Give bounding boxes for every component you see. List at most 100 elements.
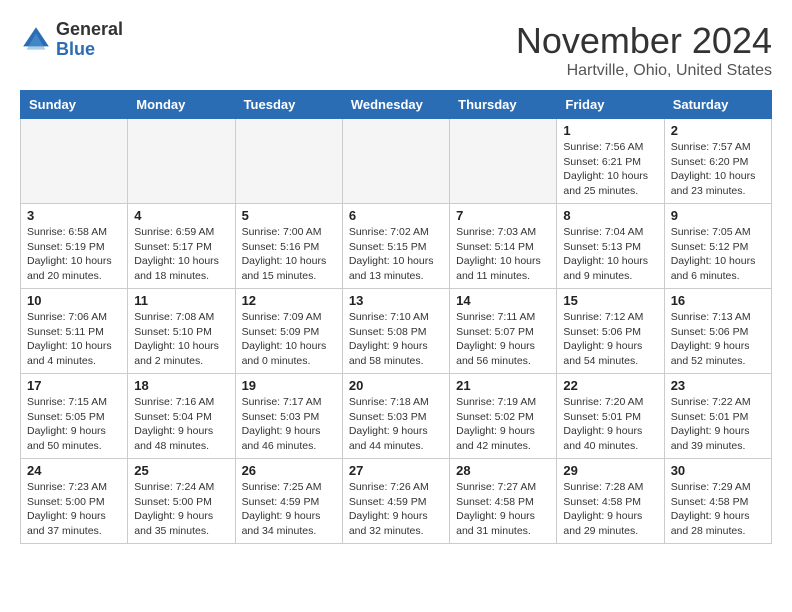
- day-info: Sunrise: 7:08 AM Sunset: 5:10 PM Dayligh…: [134, 310, 228, 369]
- day-info: Sunrise: 7:57 AM Sunset: 6:20 PM Dayligh…: [671, 140, 765, 199]
- day-info: Sunrise: 7:56 AM Sunset: 6:21 PM Dayligh…: [563, 140, 657, 199]
- calendar-cell: 14Sunrise: 7:11 AM Sunset: 5:07 PM Dayli…: [450, 289, 557, 374]
- day-number: 6: [349, 208, 443, 223]
- day-number: 4: [134, 208, 228, 223]
- calendar-cell: 29 Sunrise: 7:28 AM Sunset: 4:58 PM Dayli…: [557, 459, 664, 544]
- day-info: Sunrise: 7:02 AM Sunset: 5:15 PM Dayligh…: [349, 225, 443, 284]
- calendar-cell: 8 Sunrise: 7:04 AM Sunset: 5:13 PM Daylig…: [557, 204, 664, 289]
- col-header-friday: Friday: [557, 91, 664, 119]
- calendar-cell: 30 Sunrise: 7:29 AM Sunset: 4:58 PM Dayli…: [664, 459, 771, 544]
- calendar-cell: [342, 119, 449, 204]
- day-info: Sunrise: 6:58 AM Sunset: 5:19 PM Dayligh…: [27, 225, 121, 284]
- day-info: Sunrise: 7:15 AM Sunset: 5:05 PM Dayligh…: [27, 395, 121, 454]
- calendar-cell: [128, 119, 235, 204]
- calendar-table: SundayMondayTuesdayWednesdayThursdayFrid…: [20, 90, 772, 544]
- day-number: 9: [671, 208, 765, 223]
- day-info: Sunrise: 7:27 AM Sunset: 4:58 PM Dayligh…: [456, 480, 550, 539]
- day-number: 10: [27, 293, 121, 308]
- day-number: 28: [456, 463, 550, 478]
- day-info: Sunrise: 7:09 AM Sunset: 5:09 PM Dayligh…: [242, 310, 336, 369]
- week-row-1: 1 Sunrise: 7:56 AM Sunset: 6:21 PM Daylig…: [21, 119, 772, 204]
- day-info: Sunrise: 7:20 AM Sunset: 5:01 PM Dayligh…: [563, 395, 657, 454]
- day-info: Sunrise: 7:13 AM Sunset: 5:06 PM Dayligh…: [671, 310, 765, 369]
- calendar-cell: 6 Sunrise: 7:02 AM Sunset: 5:15 PM Daylig…: [342, 204, 449, 289]
- calendar-cell: 20 Sunrise: 7:18 AM Sunset: 5:03 PM Dayli…: [342, 374, 449, 459]
- day-info: Sunrise: 7:16 AM Sunset: 5:04 PM Dayligh…: [134, 395, 228, 454]
- day-number: 15: [563, 293, 657, 308]
- calendar-header-row: SundayMondayTuesdayWednesdayThursdayFrid…: [21, 91, 772, 119]
- day-info: Sunrise: 7:05 AM Sunset: 5:12 PM Dayligh…: [671, 225, 765, 284]
- col-header-tuesday: Tuesday: [235, 91, 342, 119]
- day-info: Sunrise: 7:28 AM Sunset: 4:58 PM Dayligh…: [563, 480, 657, 539]
- title-area: November 2024 Hartville, Ohio, United St…: [516, 20, 772, 80]
- col-header-wednesday: Wednesday: [342, 91, 449, 119]
- day-info: Sunrise: 7:25 AM Sunset: 4:59 PM Dayligh…: [242, 480, 336, 539]
- day-number: 16: [671, 293, 765, 308]
- page-header: General Blue November 2024 Hartville, Oh…: [20, 20, 772, 80]
- day-info: Sunrise: 7:26 AM Sunset: 4:59 PM Dayligh…: [349, 480, 443, 539]
- calendar-cell: 11 Sunrise: 7:08 AM Sunset: 5:10 PM Dayli…: [128, 289, 235, 374]
- day-info: Sunrise: 7:18 AM Sunset: 5:03 PM Dayligh…: [349, 395, 443, 454]
- col-header-sunday: Sunday: [21, 91, 128, 119]
- day-number: 23: [671, 378, 765, 393]
- day-number: 20: [349, 378, 443, 393]
- day-number: 7: [456, 208, 550, 223]
- col-header-thursday: Thursday: [450, 91, 557, 119]
- day-number: 27: [349, 463, 443, 478]
- day-number: 8: [563, 208, 657, 223]
- day-info: Sunrise: 7:29 AM Sunset: 4:58 PM Dayligh…: [671, 480, 765, 539]
- calendar-cell: 25 Sunrise: 7:24 AM Sunset: 5:00 PM Dayli…: [128, 459, 235, 544]
- day-info: Sunrise: 7:06 AM Sunset: 5:11 PM Dayligh…: [27, 310, 121, 369]
- calendar-cell: 12 Sunrise: 7:09 AM Sunset: 5:09 PM Dayli…: [235, 289, 342, 374]
- day-number: 12: [242, 293, 336, 308]
- calendar-cell: 27 Sunrise: 7:26 AM Sunset: 4:59 PM Dayli…: [342, 459, 449, 544]
- calendar-cell: 10 Sunrise: 7:06 AM Sunset: 5:11 PM Dayli…: [21, 289, 128, 374]
- week-row-4: 17 Sunrise: 7:15 AM Sunset: 5:05 PM Dayli…: [21, 374, 772, 459]
- day-number: 18: [134, 378, 228, 393]
- day-number: 24: [27, 463, 121, 478]
- day-number: 13: [349, 293, 443, 308]
- day-info: Sunrise: 7:10 AM Sunset: 5:08 PM Dayligh…: [349, 310, 443, 369]
- day-info: Sunrise: 6:59 AM Sunset: 5:17 PM Dayligh…: [134, 225, 228, 284]
- day-number: 11: [134, 293, 228, 308]
- day-number: 19: [242, 378, 336, 393]
- day-info: Sunrise: 7:23 AM Sunset: 5:00 PM Dayligh…: [27, 480, 121, 539]
- calendar-cell: 7Sunrise: 7:03 AM Sunset: 5:14 PM Daylig…: [450, 204, 557, 289]
- day-number: 26: [242, 463, 336, 478]
- day-number: 25: [134, 463, 228, 478]
- calendar-cell: 13 Sunrise: 7:10 AM Sunset: 5:08 PM Dayli…: [342, 289, 449, 374]
- day-number: 21: [456, 378, 550, 393]
- calendar-cell: 4 Sunrise: 6:59 AM Sunset: 5:17 PM Daylig…: [128, 204, 235, 289]
- day-number: 3: [27, 208, 121, 223]
- calendar-cell: 23Sunrise: 7:22 AM Sunset: 5:01 PM Dayli…: [664, 374, 771, 459]
- logo-text: General Blue: [56, 20, 123, 60]
- day-number: 17: [27, 378, 121, 393]
- day-info: Sunrise: 7:24 AM Sunset: 5:00 PM Dayligh…: [134, 480, 228, 539]
- day-number: 1: [563, 123, 657, 138]
- calendar-cell: 3 Sunrise: 6:58 AM Sunset: 5:19 PM Daylig…: [21, 204, 128, 289]
- day-info: Sunrise: 7:04 AM Sunset: 5:13 PM Dayligh…: [563, 225, 657, 284]
- day-number: 5: [242, 208, 336, 223]
- calendar-cell: [21, 119, 128, 204]
- calendar-cell: 21 Sunrise: 7:19 AM Sunset: 5:02 PM Dayli…: [450, 374, 557, 459]
- calendar-cell: 18 Sunrise: 7:16 AM Sunset: 5:04 PM Dayli…: [128, 374, 235, 459]
- location: Hartville, Ohio, United States: [516, 62, 772, 80]
- day-info: Sunrise: 7:12 AM Sunset: 5:06 PM Dayligh…: [563, 310, 657, 369]
- calendar-cell: 2Sunrise: 7:57 AM Sunset: 6:20 PM Daylig…: [664, 119, 771, 204]
- calendar-cell: 15 Sunrise: 7:12 AM Sunset: 5:06 PM Dayli…: [557, 289, 664, 374]
- week-row-5: 24 Sunrise: 7:23 AM Sunset: 5:00 PM Dayli…: [21, 459, 772, 544]
- week-row-2: 3 Sunrise: 6:58 AM Sunset: 5:19 PM Daylig…: [21, 204, 772, 289]
- col-header-saturday: Saturday: [664, 91, 771, 119]
- calendar-cell: 1 Sunrise: 7:56 AM Sunset: 6:21 PM Daylig…: [557, 119, 664, 204]
- calendar-cell: 26 Sunrise: 7:25 AM Sunset: 4:59 PM Dayli…: [235, 459, 342, 544]
- calendar-cell: 22Sunrise: 7:20 AM Sunset: 5:01 PM Dayli…: [557, 374, 664, 459]
- day-info: Sunrise: 7:19 AM Sunset: 5:02 PM Dayligh…: [456, 395, 550, 454]
- day-info: Sunrise: 7:00 AM Sunset: 5:16 PM Dayligh…: [242, 225, 336, 284]
- calendar-cell: 28 Sunrise: 7:27 AM Sunset: 4:58 PM Dayli…: [450, 459, 557, 544]
- col-header-monday: Monday: [128, 91, 235, 119]
- day-number: 29: [563, 463, 657, 478]
- calendar-cell: 5 Sunrise: 7:00 AM Sunset: 5:16 PM Daylig…: [235, 204, 342, 289]
- calendar-cell: 24 Sunrise: 7:23 AM Sunset: 5:00 PM Dayli…: [21, 459, 128, 544]
- day-info: Sunrise: 7:11 AM Sunset: 5:07 PM Dayligh…: [456, 310, 550, 369]
- day-number: 30: [671, 463, 765, 478]
